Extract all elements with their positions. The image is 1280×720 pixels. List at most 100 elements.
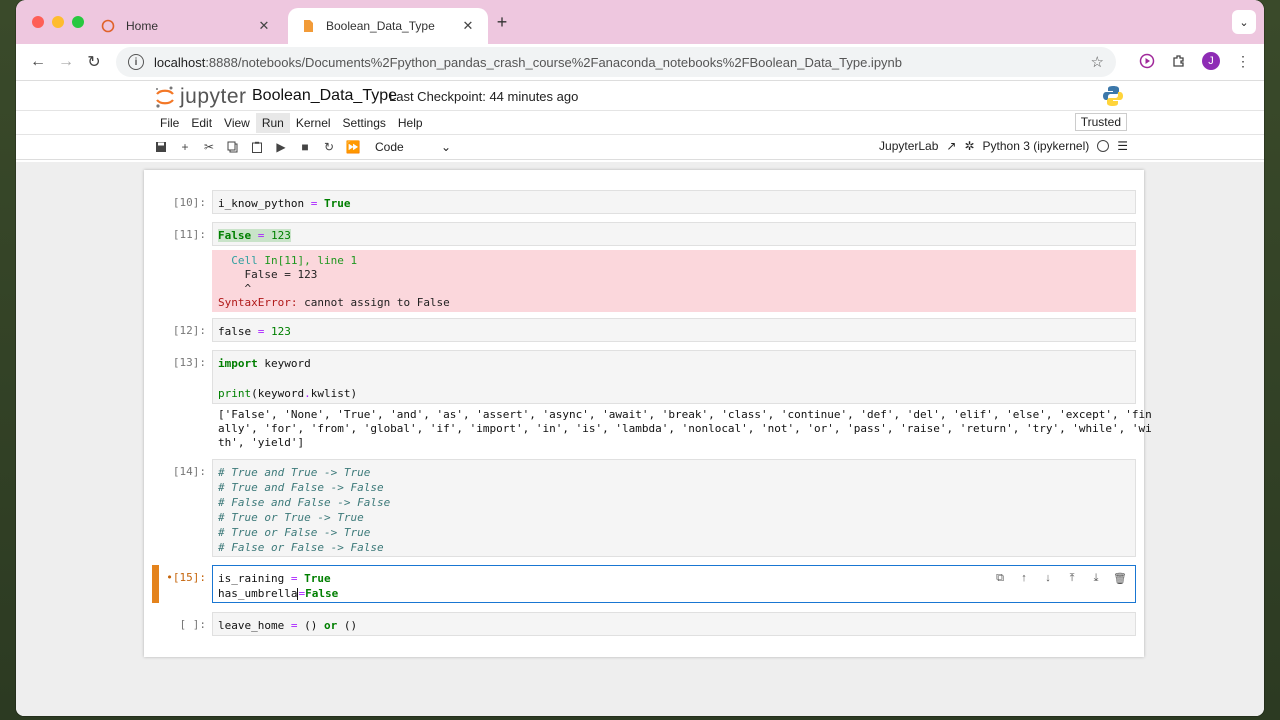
browser-actions: J ⋮	[1134, 48, 1256, 74]
cell-input[interactable]: import keyword print(keyword.kwlist)	[212, 350, 1136, 404]
save-icon[interactable]	[149, 136, 173, 158]
back-button[interactable]: ←	[24, 48, 52, 76]
error-caret: ^	[244, 282, 252, 295]
address-bar-row: ← → ↻ i localhost:8888/notebooks/Documen…	[16, 44, 1264, 80]
external-link-icon: ↗	[946, 139, 957, 153]
reload-button[interactable]: ↻	[80, 48, 108, 76]
error-message: cannot assign to False	[297, 296, 450, 309]
delete-cell-icon[interactable]: 🗑	[1110, 569, 1130, 587]
fast-forward-icon[interactable]: ⏩	[341, 136, 365, 158]
avatar: J	[1202, 52, 1220, 70]
kernel-status-icon	[1097, 140, 1110, 152]
cell-type-value: Code	[375, 140, 404, 154]
url-host: localhost	[154, 54, 206, 70]
comment-line: # True or False -> True	[218, 526, 371, 539]
tab-close-icon[interactable]: ✕	[460, 18, 476, 34]
error-output: Cell In[11], line 1 False = 123 ^ Syntax…	[212, 250, 1136, 312]
insert-above-icon[interactable]: ⤒	[1062, 569, 1082, 587]
debugger-icon[interactable]: ✲	[964, 139, 974, 153]
tab-search-button[interactable]: ⌄	[1232, 10, 1256, 34]
tab-title: Home	[126, 19, 159, 33]
profile-button[interactable]: J	[1198, 48, 1224, 74]
error-code-line: False = 123	[244, 268, 318, 281]
jupyter-logo-icon	[156, 86, 174, 108]
cell-output: ['False', 'None', 'True', 'and', 'as', '…	[218, 408, 1152, 449]
kernel-name[interactable]: Python 3 (ipykernel)	[983, 139, 1090, 153]
new-tab-button[interactable]: +	[490, 12, 514, 33]
cut-icon[interactable]: ✂	[197, 136, 221, 158]
jupyter-favicon-icon	[100, 18, 116, 34]
tab-close-icon[interactable]: ✕	[256, 18, 272, 34]
tab-notebook[interactable]: Boolean_Data_Type ✕	[288, 8, 488, 44]
notebook-panel: [10]: i_know_python = True [11]: False =…	[144, 170, 1152, 657]
menu-help[interactable]: Help	[392, 113, 429, 133]
comment-line: # True or True -> True	[218, 511, 364, 524]
menu-view[interactable]: View	[218, 113, 256, 133]
move-up-icon[interactable]: ↑	[1014, 569, 1034, 587]
notebook-area: [10]: i_know_python = True [11]: False =…	[16, 162, 1264, 716]
cell-input[interactable]: # True and True -> True # True and False …	[212, 459, 1136, 557]
duplicate-cell-icon[interactable]: ⧉	[990, 569, 1010, 587]
jupyter-header: jupyter Boolean_Data_Type Last Checkpoin…	[16, 80, 1264, 110]
menu-edit[interactable]: Edit	[185, 113, 218, 133]
jupyter-logo[interactable]: jupyter	[154, 85, 247, 109]
cell-prompt: [12]:	[172, 324, 206, 337]
site-info-icon[interactable]: i	[128, 54, 144, 70]
comment-line: # False or False -> False	[218, 541, 384, 554]
forward-button[interactable]: →	[52, 48, 80, 76]
maximize-window-button[interactable]	[72, 16, 84, 28]
comment-line: # False and False -> False	[218, 496, 391, 509]
cell-prompt: •[15]:	[166, 571, 206, 584]
checkpoint-status: Last Checkpoint: 44 minutes ago	[389, 89, 579, 104]
copy-icon[interactable]	[221, 136, 245, 158]
notebook-title[interactable]: Boolean_Data_Type	[252, 87, 397, 105]
media-icon[interactable]	[1134, 48, 1160, 74]
chevron-down-icon: ⌄	[440, 140, 451, 154]
cell-prompt: [ ]:	[179, 618, 207, 631]
toolbar-right: JupyterLab ↗ ✲ Python 3 (ipykernel) ☰	[879, 139, 1128, 153]
menu-kernel[interactable]: Kernel	[290, 113, 337, 133]
more-menu-icon[interactable]: ⋮	[1230, 48, 1256, 74]
insert-below-icon[interactable]: ⤓	[1086, 569, 1106, 587]
jupyter-wordmark: jupyter	[180, 85, 247, 108]
add-cell-icon[interactable]: +	[173, 136, 197, 158]
cell-type-select[interactable]: Code ⌄	[375, 140, 451, 154]
error-name: SyntaxError:	[218, 296, 298, 309]
cell-prompt: [13]:	[172, 356, 206, 369]
menu-file[interactable]: File	[154, 113, 185, 133]
notebook-favicon-icon	[300, 18, 316, 34]
menu-settings[interactable]: Settings	[337, 113, 392, 133]
jupyterlab-link[interactable]: JupyterLab	[879, 139, 938, 153]
menu-lines-icon[interactable]: ☰	[1117, 139, 1128, 153]
tab-strip: Home ✕ Boolean_Data_Type ✕ + ⌄	[16, 0, 1264, 44]
cell-prompt: [11]:	[172, 228, 206, 241]
notebook-toolbar: + ✂ ▶ ■ ↻ ⏩ Code ⌄ JupyterLab ↗ ✲ Python …	[16, 134, 1264, 160]
move-down-icon[interactable]: ↓	[1038, 569, 1058, 587]
run-icon[interactable]: ▶	[269, 136, 293, 158]
python-logo-icon	[1102, 85, 1124, 110]
menu-run[interactable]: Run	[255, 112, 290, 133]
minimize-window-button[interactable]	[52, 16, 64, 28]
trusted-badge[interactable]: Trusted	[1074, 113, 1127, 131]
restart-icon[interactable]: ↻	[317, 136, 341, 158]
paste-icon[interactable]	[245, 136, 269, 158]
url-field[interactable]: i localhost:8888/notebooks/Documents%2Fp…	[116, 47, 1116, 77]
tab-home[interactable]: Home ✕	[88, 8, 284, 44]
tab-title: Boolean_Data_Type	[326, 19, 435, 33]
menu-bar: File Edit View Run Kernel Settings Help …	[16, 110, 1264, 134]
stop-icon[interactable]: ■	[293, 136, 317, 158]
bookmark-star-icon[interactable]: ☆	[1091, 53, 1104, 71]
window-controls	[32, 16, 84, 28]
cell-prompt: [10]:	[172, 196, 206, 209]
cell-input[interactable]: i_know_python = True	[212, 190, 1136, 214]
cell-input[interactable]: leave_home = () or ()	[212, 612, 1136, 636]
cell-toolbar: ⧉ ↑ ↓ ⤒ ⤓ 🗑	[990, 569, 1130, 587]
cell-input[interactable]: False = 123	[212, 222, 1136, 246]
close-window-button[interactable]	[32, 16, 44, 28]
cell-prompt: [14]:	[172, 465, 206, 478]
cell-input[interactable]: false = 123	[212, 318, 1136, 342]
url-path: :8888/notebooks/Documents%2Fpython_panda…	[205, 54, 903, 70]
extensions-icon[interactable]	[1166, 48, 1192, 74]
comment-line: # True and True -> True	[218, 466, 371, 479]
comment-line: # True and False -> False	[218, 481, 384, 494]
